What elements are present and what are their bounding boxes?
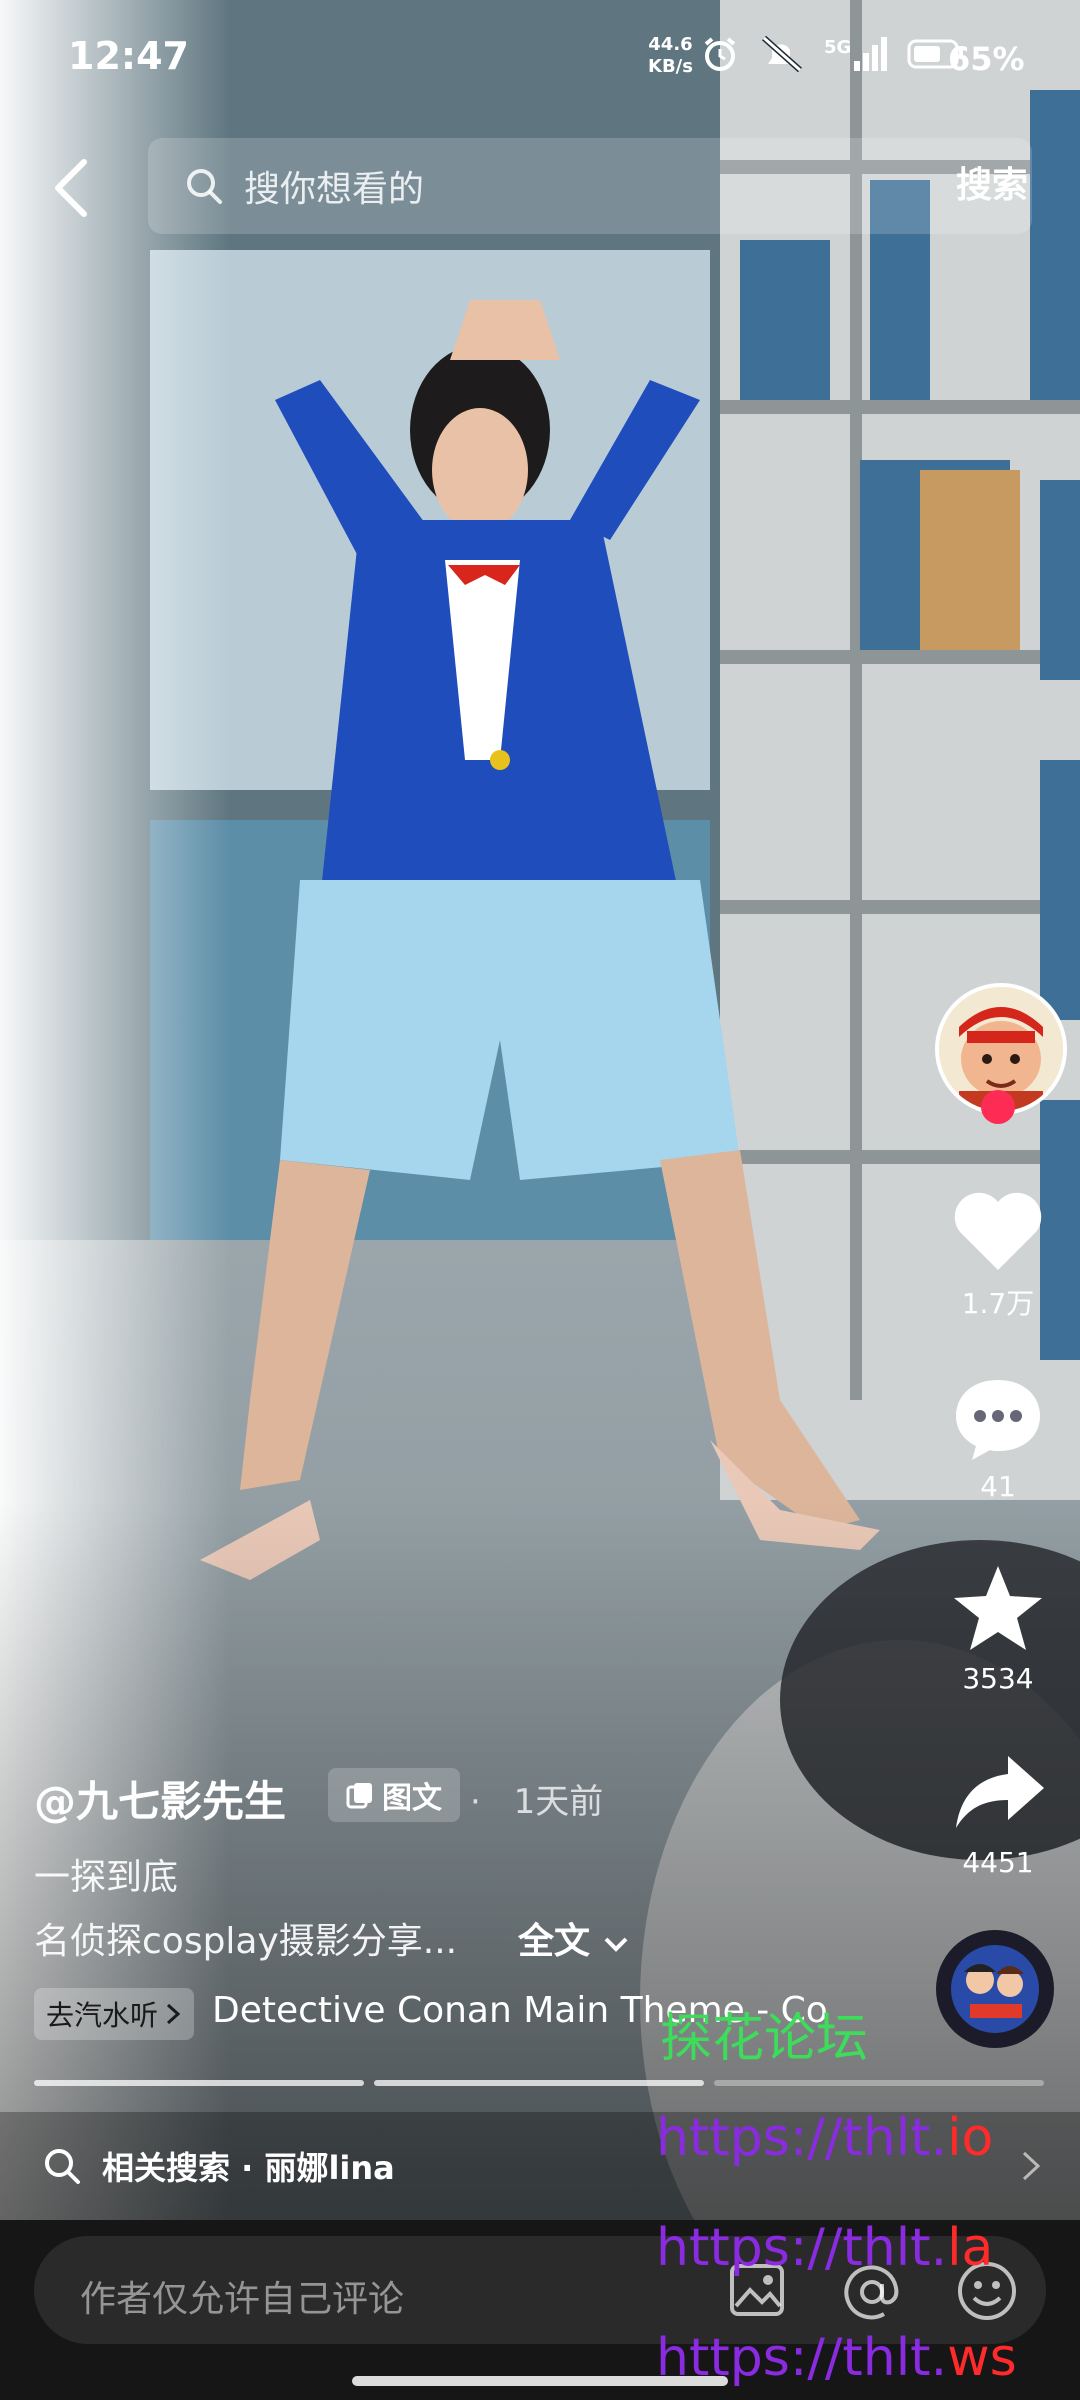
comment-placeholder: 作者仅允许自己评论 [80, 2279, 405, 2320]
watermark-link-suffix: io [947, 2108, 994, 2168]
battery-percent: 65% [948, 40, 1025, 78]
status-time: 12:47 [68, 34, 189, 78]
expand-caption-button[interactable]: 全文 [518, 1912, 629, 1964]
watermark-text: 探花论坛 [660, 2009, 869, 2069]
star-icon[interactable] [950, 1562, 1046, 1654]
network-speed-unit: KB/s [648, 56, 693, 77]
signal-bar [854, 61, 861, 71]
expand-caption-label: 全文 [518, 1921, 591, 1962]
heart-icon[interactable] [952, 1190, 1044, 1274]
comment-icon[interactable] [952, 1374, 1044, 1462]
caption-line: 一探到底 [34, 1857, 179, 1898]
carousel-progress-segment [714, 2080, 1044, 2086]
comment-count: 41 [980, 1470, 1016, 1503]
carousel-progress-segment [34, 2080, 364, 2086]
image-post-icon [346, 1783, 372, 1809]
network-speed: 44.6 KB/s [648, 34, 693, 78]
chevron-right-icon [1022, 2151, 1041, 2181]
watermark-link-prefix: https://thlt. [656, 2328, 948, 2388]
listen-label: 去汽水听 [46, 1999, 159, 2032]
post-time: · 1天前 [470, 1774, 603, 1823]
signal-5g: 5G [824, 37, 888, 71]
author-name[interactable]: @九七影先生 [34, 1768, 286, 1829]
signal-bar [881, 37, 888, 71]
alarm-icon [704, 37, 736, 71]
background-photo [0, 0, 1080, 2400]
watermark-link: https://thlt.ws [656, 2328, 1017, 2388]
search-icon [187, 169, 222, 204]
signal-5g-label: 5G [824, 37, 852, 58]
signal-bar [872, 45, 879, 71]
chevron-right-icon [167, 2003, 181, 2025]
watermark-link: https://thlt.io [656, 2108, 993, 2168]
search-input[interactable]: 搜你想看的 [244, 160, 424, 212]
chevron-down-icon [604, 1937, 627, 1952]
music-disc-icon[interactable] [934, 1928, 1056, 2050]
search-button[interactable]: 搜索 [956, 138, 1032, 234]
search-icon [45, 2149, 80, 2184]
back-button[interactable] [46, 158, 96, 218]
separator-dot: · [470, 1782, 481, 1822]
caption-line: 名侦探cosplay摄影分享... [34, 1921, 458, 1962]
carousel-progress-segment [374, 2080, 704, 2086]
status-icons: 5G [700, 34, 965, 74]
related-search-label: 相关搜索 · 丽娜lina [102, 2149, 395, 2187]
watermark-link-prefix: https://thlt. [656, 2108, 948, 2168]
follow-badge[interactable] [981, 1090, 1015, 1124]
watermark-link: https://thlt.la [656, 2218, 993, 2278]
share-icon[interactable] [952, 1752, 1048, 1832]
mute-icon [762, 35, 802, 73]
listen-on-qishui-button[interactable]: 去汽水听 [34, 1988, 195, 2040]
search-bar[interactable]: 搜你想看的 搜索 [148, 138, 1032, 234]
post-type-badge: 图文 [328, 1768, 460, 1822]
favorite-count: 3534 [962, 1662, 1034, 1695]
post-type-label: 图文 [382, 1781, 442, 1816]
watermark-link-prefix: https://thlt. [656, 2218, 948, 2278]
watermark-link-suffix: la [947, 2218, 994, 2278]
post-time-label: 1天前 [513, 1782, 604, 1822]
like-count: 1.7万 [961, 1287, 1035, 1320]
signal-bar [863, 53, 870, 71]
watermark-link-suffix: ws [947, 2328, 1017, 2388]
share-count: 4451 [962, 1846, 1034, 1879]
network-speed-value: 44.6 [648, 34, 693, 55]
